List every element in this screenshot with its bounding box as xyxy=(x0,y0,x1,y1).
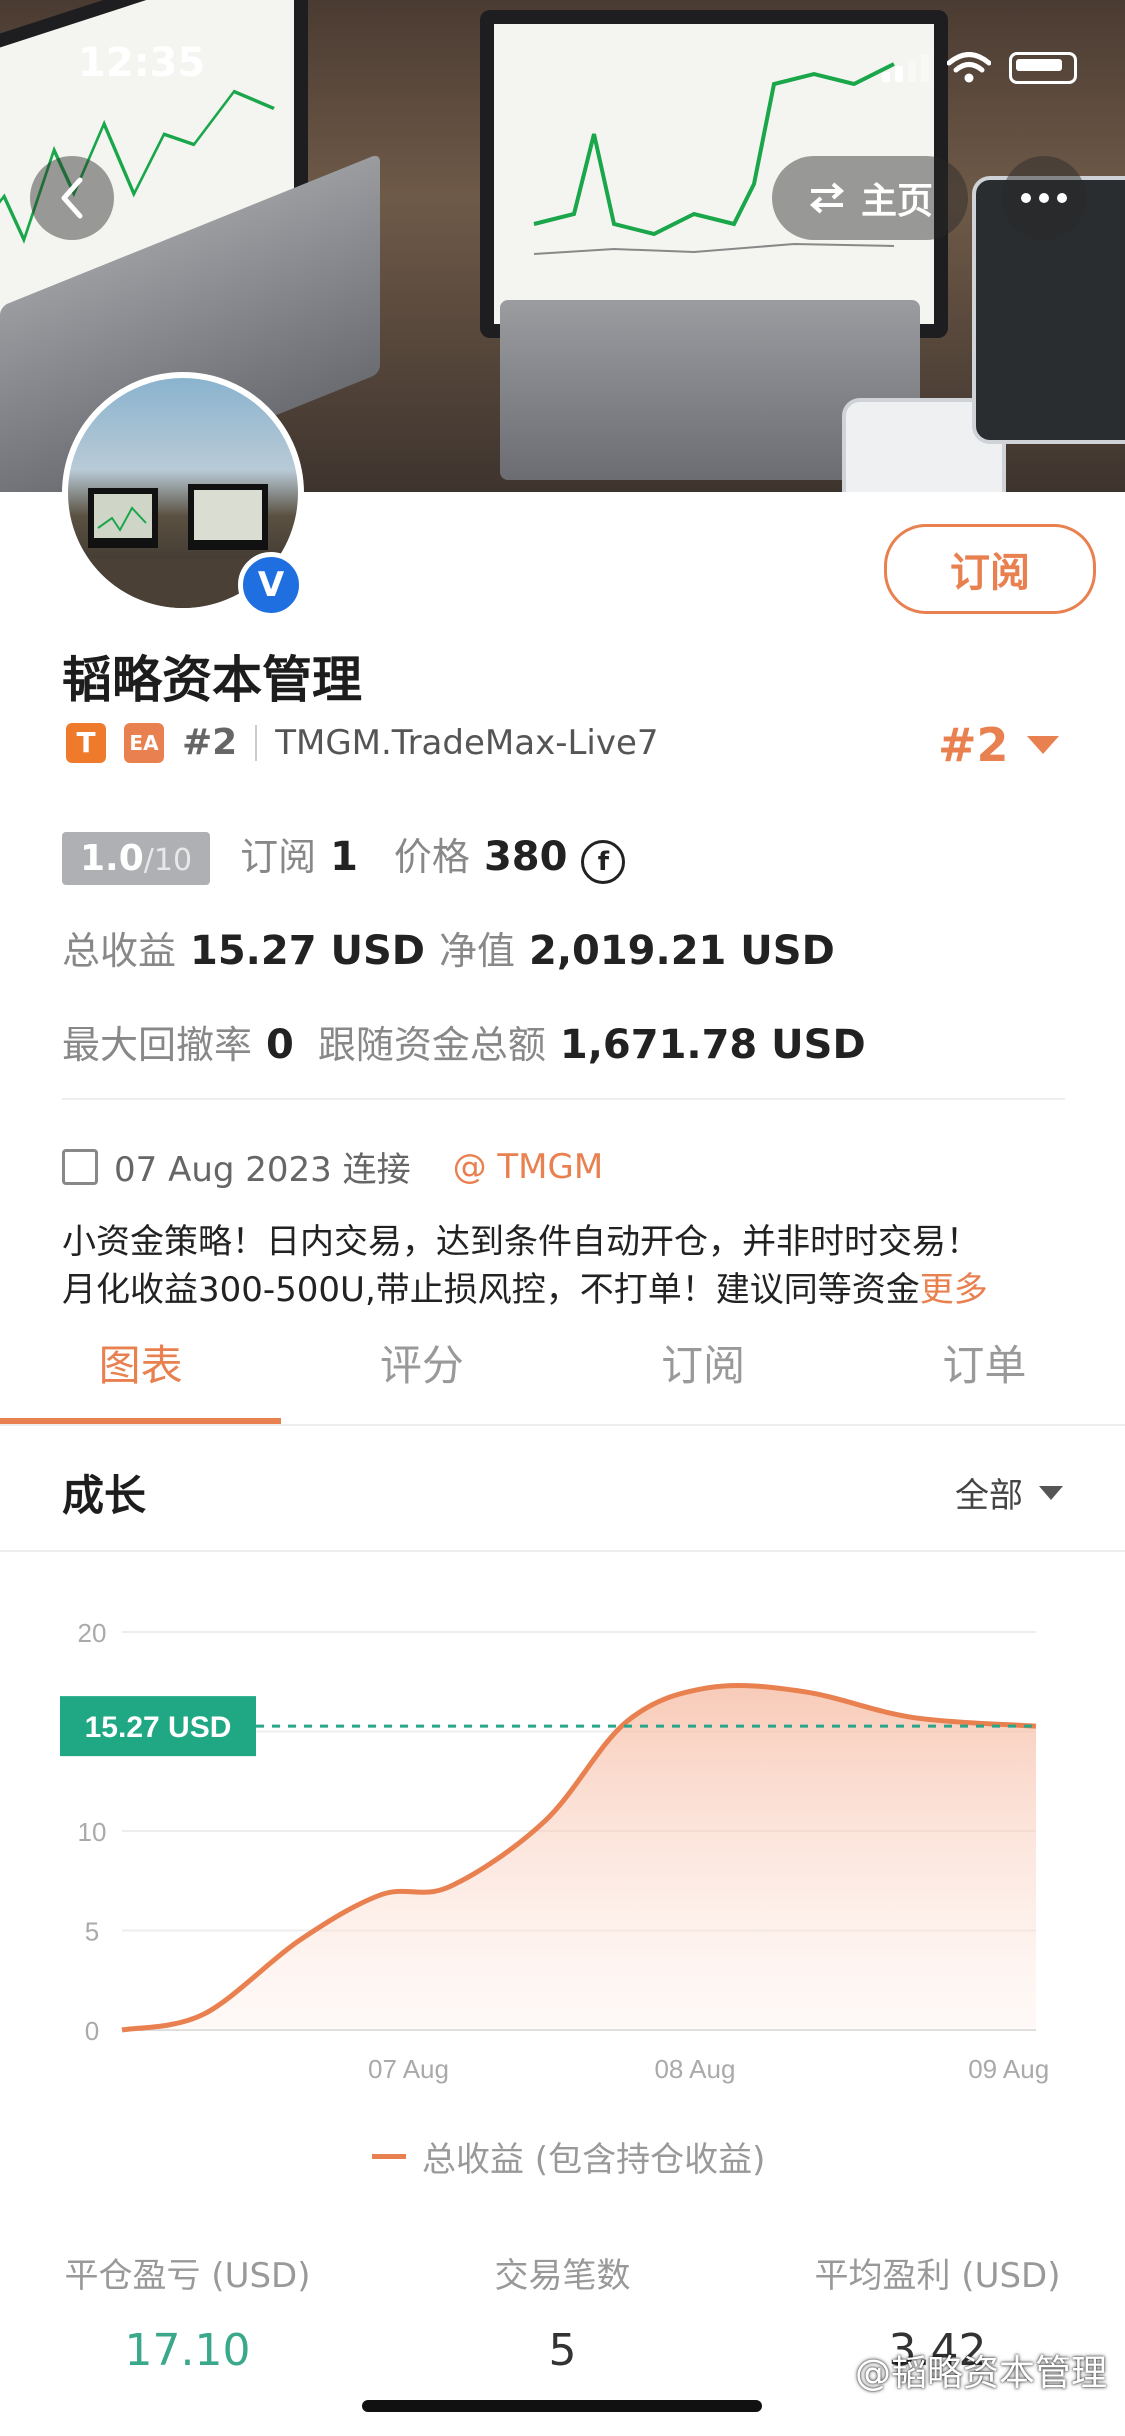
section-title: 成长 xyxy=(62,1471,147,1520)
tab-rating[interactable]: 评分 xyxy=(281,1300,562,1424)
stat-label: 平均盈利 (USD) xyxy=(814,2256,1061,2296)
caret-down-icon xyxy=(1026,736,1059,754)
current-value-tag: 15.27 USD xyxy=(60,1696,256,1757)
tag-ea-badge: EA xyxy=(124,722,164,763)
wifi-icon xyxy=(947,52,991,83)
rank-dropdown[interactable]: #2 xyxy=(938,718,1059,772)
total-profit-label: 总收益 xyxy=(62,929,177,973)
score-value: 1.0 xyxy=(80,838,144,879)
profile-name: 韬略资本管理 xyxy=(62,651,362,709)
growth-chart: 20 10 5 0 15.27 USD 07 Aug 08 Aug 09 Aug xyxy=(60,1618,1049,2084)
price-label: 价格 xyxy=(393,835,470,879)
equity-label: 净值 xyxy=(438,929,515,973)
stat-value: 17.10 xyxy=(124,2325,251,2376)
status-time: 12:35 xyxy=(78,40,206,86)
signal-icon xyxy=(882,54,929,82)
score-badge: 1.0/10 xyxy=(62,832,211,885)
metrics-row-3: 最大回撤率 0 跟随资金总额 1,671.78 USD xyxy=(62,1014,866,1069)
verified-badge-icon: V xyxy=(238,552,304,618)
rank-small: #2 xyxy=(182,722,238,763)
ellipsis-icon xyxy=(1021,193,1067,203)
total-profit-value: 15.27 USD xyxy=(190,928,425,974)
legend-swatch xyxy=(372,2154,406,2159)
stat-label: 交易笔数 xyxy=(494,2256,631,2296)
series-area xyxy=(122,1685,1036,2030)
score-max: /10 xyxy=(143,843,193,878)
chart-legend: 总收益 (包含持仓收益) xyxy=(372,2132,765,2181)
separator xyxy=(255,724,258,761)
max-drawdown-value: 0 xyxy=(266,1022,294,1068)
x-tick-label: 09 Aug xyxy=(968,2054,1049,2084)
caret-down-icon xyxy=(1039,1485,1063,1500)
tab-orders[interactable]: 订单 xyxy=(844,1300,1125,1424)
price-value: 380 xyxy=(483,834,568,880)
calendar-icon xyxy=(62,1148,98,1185)
home-indicator[interactable] xyxy=(362,2400,762,2412)
stat-trade-count: 交易笔数 5 xyxy=(375,2248,750,2376)
stat-value: 5 xyxy=(548,2325,577,2376)
tab-bar: 图表 评分 订阅 订单 xyxy=(0,1300,1125,1424)
broker-link[interactable]: @ TMGM xyxy=(453,1147,604,1187)
profile-tags: T EA #2 TMGM.TradeMax-Live7 xyxy=(66,722,659,763)
follow-value: 1,671.78 USD xyxy=(559,1022,866,1068)
status-icons xyxy=(882,52,1077,84)
tab-subscriptions[interactable]: 订阅 xyxy=(563,1300,844,1424)
home-label: 主页 xyxy=(860,181,933,222)
description-line-1: 小资金策略！日内交易，达到条件自动开仓，并非时时交易！ xyxy=(62,1222,980,1262)
more-button[interactable] xyxy=(1002,156,1086,240)
connect-date: 07 Aug 2023 连接 xyxy=(114,1150,411,1190)
current-value-label: 15.27 USD xyxy=(85,1711,232,1744)
home-button[interactable]: 主页 xyxy=(772,156,968,240)
x-tick-label: 08 Aug xyxy=(654,2054,735,2084)
legend-label: 总收益 (包含持仓收益) xyxy=(422,2140,766,2180)
x-tick-label: 07 Aug xyxy=(368,2054,449,2084)
subscribe-count-value: 1 xyxy=(330,834,358,880)
coin-icon: f xyxy=(581,840,626,884)
follow-label: 跟随资金总额 xyxy=(317,1023,546,1067)
y-tick-label: 5 xyxy=(85,1917,99,1947)
section-divider xyxy=(0,1550,1125,1552)
stat-closed-pnl: 平仓盈亏 (USD) 17.10 xyxy=(0,2248,375,2376)
tab-divider xyxy=(0,1424,1125,1426)
subscribe-count-label: 订阅 xyxy=(240,835,317,879)
connect-row: 07 Aug 2023 连接 @ TMGM xyxy=(62,1142,603,1191)
y-tick-label: 20 xyxy=(78,1618,107,1648)
subscribe-button[interactable]: 订阅 xyxy=(884,524,1096,614)
tab-chart[interactable]: 图表 xyxy=(0,1300,281,1424)
range-filter-label: 全部 xyxy=(955,1476,1023,1516)
watermark: @韬略资本管理 xyxy=(854,2353,1107,2394)
metrics-row-1: 1.0/10 订阅 1 价格 380 f xyxy=(62,826,626,885)
back-button[interactable] xyxy=(30,156,114,240)
divider xyxy=(62,1098,1065,1100)
range-filter-dropdown[interactable]: 全部 xyxy=(955,1468,1063,1517)
chevron-left-icon xyxy=(61,177,83,219)
swap-icon xyxy=(809,182,845,214)
y-tick-label: 10 xyxy=(78,1817,107,1847)
y-tick-label: 0 xyxy=(85,2016,99,2046)
rank-big-label: #2 xyxy=(938,718,1009,772)
metrics-row-2: 总收益 15.27 USD 净值 2,019.21 USD xyxy=(62,920,835,975)
equity-value: 2,019.21 USD xyxy=(528,928,835,974)
tag-t-badge: T xyxy=(66,722,106,763)
stat-label: 平仓盈亏 (USD) xyxy=(64,2256,311,2296)
max-drawdown-label: 最大回撤率 xyxy=(62,1023,253,1067)
account-name: TMGM.TradeMax-Live7 xyxy=(275,722,659,763)
battery-icon xyxy=(1009,52,1077,84)
